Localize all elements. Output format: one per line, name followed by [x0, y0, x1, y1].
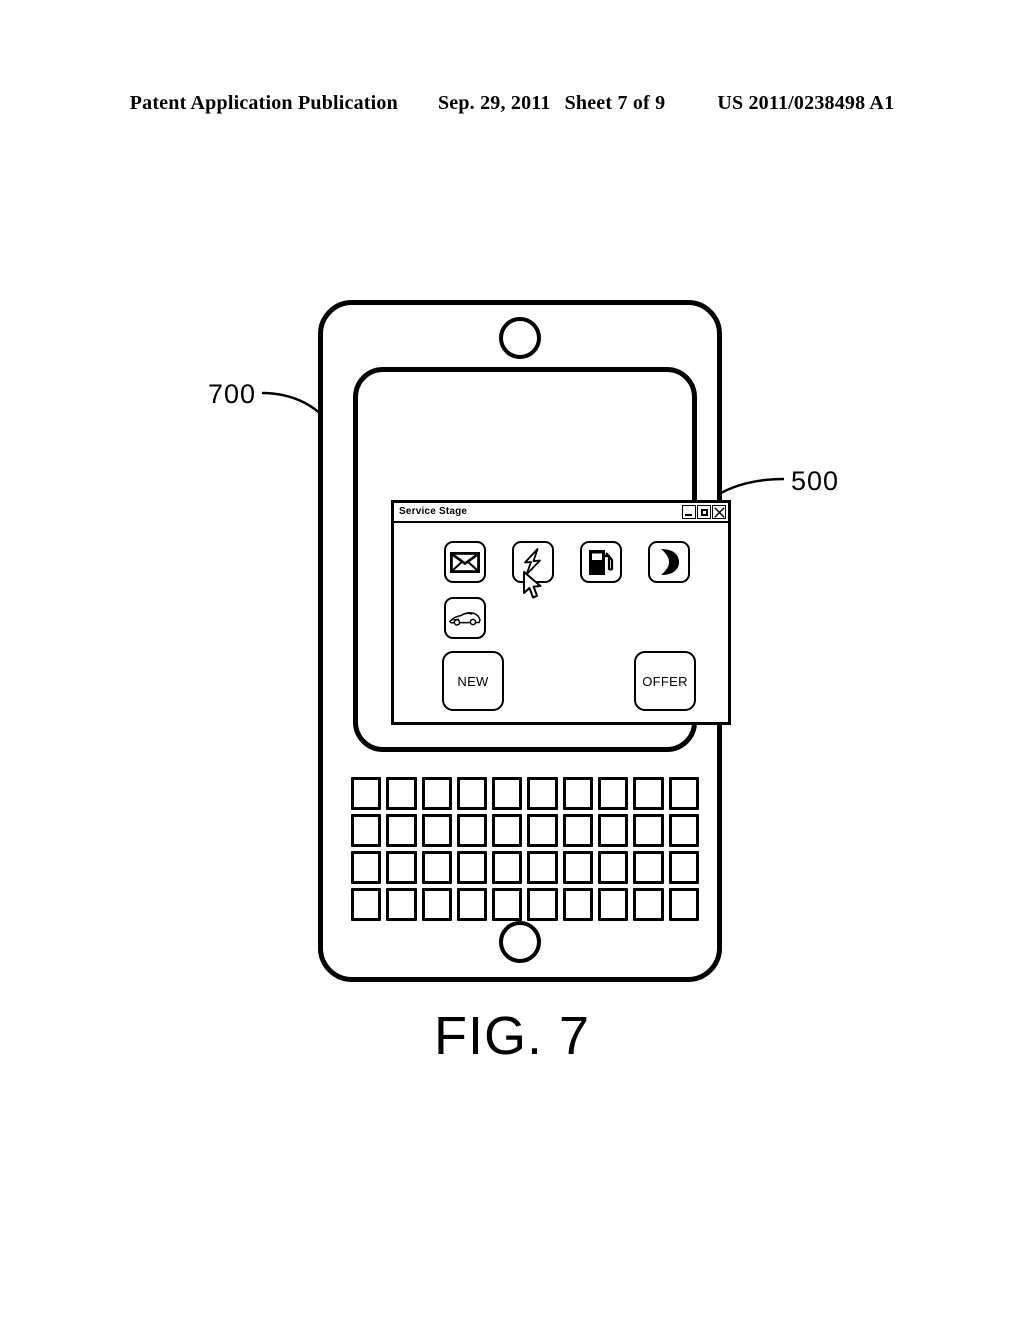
- keyboard-key[interactable]: [668, 814, 699, 847]
- keyboard-key[interactable]: [456, 777, 488, 810]
- keyboard-key[interactable]: [386, 814, 417, 847]
- figure-caption: FIG. 7: [433, 1006, 591, 1066]
- keyboard-key[interactable]: [633, 851, 664, 884]
- window-controls: [682, 505, 726, 519]
- publication-date: Sep. 29, 2011: [437, 91, 551, 114]
- mail-app-tile[interactable]: [444, 541, 486, 583]
- close-icon: [713, 506, 725, 518]
- keyboard-key[interactable]: [492, 777, 523, 810]
- reference-numeral-700: 700: [208, 379, 257, 409]
- physical-keyboard: [351, 777, 699, 921]
- keyboard-key[interactable]: [456, 888, 488, 921]
- device-screen: Service Stage NEW OFFER: [353, 367, 731, 752]
- new-button-label: NEW: [457, 673, 489, 689]
- car-icon: [449, 612, 481, 626]
- keyboard-key[interactable]: [633, 814, 664, 847]
- keyboard-key[interactable]: [421, 777, 452, 810]
- keyboard-key[interactable]: [562, 777, 594, 810]
- new-button[interactable]: NEW: [442, 651, 504, 711]
- keyboard-key[interactable]: [351, 777, 382, 810]
- gas-pump-icon: [589, 550, 614, 575]
- keyboard-key[interactable]: [598, 777, 629, 810]
- lightning-bolt-icon: [524, 548, 541, 576]
- keyboard-key[interactable]: [351, 814, 382, 847]
- offer-button[interactable]: OFFER: [634, 651, 696, 711]
- keyboard-key[interactable]: [562, 814, 594, 847]
- keyboard-key[interactable]: [527, 851, 558, 884]
- sheet-number: Sheet 7 of 9: [564, 91, 666, 114]
- keyboard-key[interactable]: [668, 888, 699, 921]
- maximize-button[interactable]: [697, 505, 711, 519]
- keyboard-key[interactable]: [456, 851, 488, 884]
- keyboard-key[interactable]: [598, 888, 629, 921]
- keyboard-key[interactable]: [386, 777, 417, 810]
- keyboard-key[interactable]: [598, 851, 629, 884]
- keyboard-key[interactable]: [562, 851, 594, 884]
- handheld-device-body: Service Stage NEW OFFER: [318, 300, 731, 982]
- gas-pump-app-tile[interactable]: [580, 541, 622, 583]
- window-title: Service Stage: [399, 506, 468, 517]
- keyboard-key[interactable]: [386, 851, 417, 884]
- keyboard-key[interactable]: [633, 888, 664, 921]
- keyboard-key[interactable]: [421, 888, 452, 921]
- keyboard-key[interactable]: [351, 888, 382, 921]
- service-stage-window: Service Stage NEW OFFER: [391, 500, 731, 725]
- keyboard-key[interactable]: [456, 814, 488, 847]
- keyboard-key[interactable]: [421, 851, 452, 884]
- publication-label: Patent Application Publication: [129, 91, 398, 114]
- keyboard-key[interactable]: [527, 888, 558, 921]
- home-button[interactable]: [499, 921, 541, 963]
- patent-number: US 2011/0238498 A1: [717, 91, 895, 114]
- keyboard-key[interactable]: [492, 814, 523, 847]
- offer-button-label: OFFER: [642, 673, 688, 689]
- car-app-tile[interactable]: [444, 597, 486, 639]
- keyboard-key[interactable]: [351, 851, 382, 884]
- keyboard-key[interactable]: [527, 814, 558, 847]
- keyboard-key[interactable]: [492, 851, 523, 884]
- telephone-icon: [661, 549, 679, 575]
- keyboard-key[interactable]: [668, 851, 699, 884]
- lightning-bolt-app-tile[interactable]: [512, 541, 554, 583]
- minimize-button[interactable]: [682, 505, 696, 519]
- keyboard-key[interactable]: [492, 888, 523, 921]
- keyboard-key[interactable]: [527, 777, 558, 810]
- keyboard-key[interactable]: [421, 814, 452, 847]
- speaker-circle-icon: [499, 317, 541, 359]
- keyboard-key[interactable]: [633, 777, 664, 810]
- maximize-icon: [700, 508, 708, 516]
- minimize-icon: [685, 513, 692, 516]
- keyboard-key[interactable]: [386, 888, 417, 921]
- keyboard-key[interactable]: [668, 777, 699, 810]
- keyboard-key[interactable]: [562, 888, 594, 921]
- reference-numeral-500: 500: [791, 466, 840, 496]
- telephone-app-tile[interactable]: [648, 541, 690, 583]
- close-button[interactable]: [712, 505, 726, 519]
- mail-icon: [450, 551, 480, 573]
- patent-header: Patent Application Publication Sep. 29, …: [0, 88, 1024, 118]
- window-titlebar[interactable]: Service Stage: [394, 503, 728, 523]
- window-client-area: NEW OFFER: [394, 523, 728, 722]
- keyboard-key[interactable]: [598, 814, 629, 847]
